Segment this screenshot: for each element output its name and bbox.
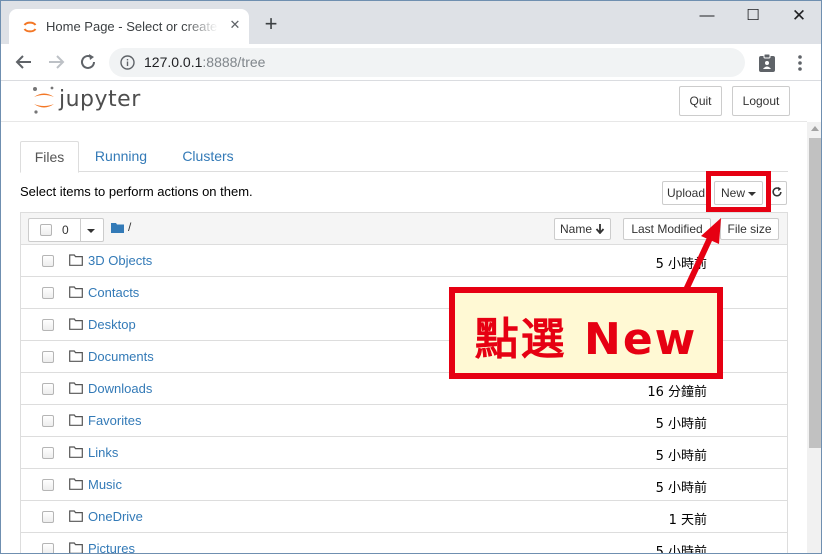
file-name-link[interactable]: OneDrive bbox=[88, 509, 143, 524]
file-modified: 16 分鐘前 bbox=[647, 385, 707, 400]
file-name-link[interactable]: Documents bbox=[88, 349, 154, 364]
folder-icon bbox=[69, 414, 83, 426]
jupyter-logo-text[interactable]: jupyter bbox=[59, 87, 141, 112]
tab-strip: Home Page - Select or create a notebook … bbox=[1, 1, 821, 44]
divider bbox=[80, 219, 81, 241]
site-info-icon[interactable] bbox=[120, 55, 135, 70]
file-name-link[interactable]: Contacts bbox=[88, 285, 139, 300]
selection-hint: Select items to perform actions on them. bbox=[20, 184, 253, 199]
select-all-checkbox[interactable] bbox=[40, 224, 52, 236]
kebab-menu-icon[interactable] bbox=[792, 53, 808, 73]
row-checkbox[interactable] bbox=[42, 543, 54, 553]
upload-button[interactable]: Upload bbox=[662, 181, 710, 205]
vertical-scrollbar[interactable] bbox=[807, 122, 821, 553]
folder-icon bbox=[69, 318, 83, 330]
file-modified: 5 小時前 bbox=[655, 417, 707, 432]
tab-title: Home Page - Select or create a notebook bbox=[46, 19, 218, 34]
table-row[interactable]: Pictures 5 小時前 bbox=[21, 533, 787, 554]
tab-close-icon[interactable]: ✕ bbox=[227, 17, 243, 33]
sort-by-name-button[interactable]: Name bbox=[554, 218, 611, 240]
close-window-button[interactable]: ✕ bbox=[776, 1, 821, 31]
jupyter-header: jupyter Quit Logout bbox=[1, 81, 807, 122]
jupyter-logo-icon[interactable] bbox=[31, 85, 57, 115]
file-name-link[interactable]: 3D Objects bbox=[88, 253, 152, 268]
file-modified: 5 小時前 bbox=[655, 449, 707, 464]
folder-icon bbox=[69, 286, 83, 298]
back-arrow-icon[interactable] bbox=[11, 49, 37, 75]
arrow-down-icon bbox=[595, 224, 605, 234]
row-checkbox[interactable] bbox=[42, 383, 54, 395]
selected-count: 0 bbox=[62, 223, 69, 237]
clipboard-extension-icon[interactable] bbox=[758, 53, 776, 73]
folder-icon bbox=[69, 446, 83, 458]
file-name-link[interactable]: Favorites bbox=[88, 413, 141, 428]
folder-icon bbox=[69, 382, 83, 394]
quit-button[interactable]: Quit bbox=[679, 86, 722, 116]
row-checkbox[interactable] bbox=[42, 351, 54, 363]
caret-down-icon[interactable] bbox=[87, 229, 95, 233]
scrollbar-thumb[interactable] bbox=[809, 138, 821, 448]
new-tab-button[interactable]: + bbox=[260, 13, 282, 35]
folder-icon bbox=[69, 478, 83, 490]
table-row[interactable]: Music 5 小時前 bbox=[21, 469, 787, 501]
tab-running[interactable]: Running bbox=[92, 141, 150, 172]
sort-name-label: Name bbox=[559, 222, 592, 236]
address-bar[interactable]: 127.0.0.1:8888/tree bbox=[109, 48, 745, 77]
row-checkbox[interactable] bbox=[42, 319, 54, 331]
file-name-link[interactable]: Pictures bbox=[88, 541, 135, 553]
browser-toolbar: 127.0.0.1:8888/tree bbox=[1, 44, 821, 81]
file-modified: 5 小時前 bbox=[655, 481, 707, 496]
row-checkbox[interactable] bbox=[42, 447, 54, 459]
table-row[interactable]: OneDrive 1 天前 bbox=[21, 501, 787, 533]
forward-arrow-icon[interactable] bbox=[43, 49, 69, 75]
folder-icon bbox=[69, 542, 83, 553]
browser-tab[interactable]: Home Page - Select or create a notebook … bbox=[9, 9, 249, 44]
callout-text: 點選 New bbox=[474, 314, 698, 365]
breadcrumb[interactable]: / bbox=[128, 220, 131, 234]
scroll-up-icon[interactable] bbox=[811, 126, 819, 131]
file-name-link[interactable]: Downloads bbox=[88, 381, 152, 396]
logout-button[interactable]: Logout bbox=[732, 86, 790, 116]
main-tabs: Files Running Clusters bbox=[20, 141, 788, 173]
file-name-link[interactable]: Music bbox=[88, 477, 122, 492]
minimize-button[interactable]: — bbox=[684, 1, 730, 31]
folder-icon bbox=[69, 350, 83, 362]
file-modified: 5 小時前 bbox=[655, 545, 707, 554]
folder-icon bbox=[69, 254, 83, 266]
url-text[interactable]: 127.0.0.1:8888/tree bbox=[144, 54, 265, 70]
file-name-link[interactable]: Desktop bbox=[88, 317, 136, 332]
table-row[interactable]: Links 5 小時前 bbox=[21, 437, 787, 469]
row-checkbox[interactable] bbox=[42, 415, 54, 427]
row-checkbox[interactable] bbox=[42, 511, 54, 523]
tab-clusters[interactable]: Clusters bbox=[174, 141, 242, 172]
row-checkbox[interactable] bbox=[42, 479, 54, 491]
maximize-button[interactable]: ☐ bbox=[730, 1, 776, 31]
file-modified: 1 天前 bbox=[668, 513, 707, 528]
browser-window: Home Page - Select or create a notebook … bbox=[0, 0, 822, 554]
file-name-link[interactable]: Links bbox=[88, 445, 118, 460]
reload-icon[interactable] bbox=[75, 49, 101, 75]
table-row[interactable]: Favorites 5 小時前 bbox=[21, 405, 787, 437]
row-checkbox[interactable] bbox=[42, 287, 54, 299]
tab-files[interactable]: Files bbox=[20, 141, 79, 173]
folder-icon bbox=[69, 510, 83, 522]
jupyter-favicon-icon bbox=[23, 21, 37, 33]
row-checkbox[interactable] bbox=[42, 255, 54, 267]
select-all-dropdown[interactable]: 0 bbox=[28, 218, 104, 242]
annotation-callout: 點選 New bbox=[449, 287, 723, 379]
refresh-icon bbox=[772, 186, 782, 197]
folder-icon[interactable] bbox=[111, 222, 124, 233]
